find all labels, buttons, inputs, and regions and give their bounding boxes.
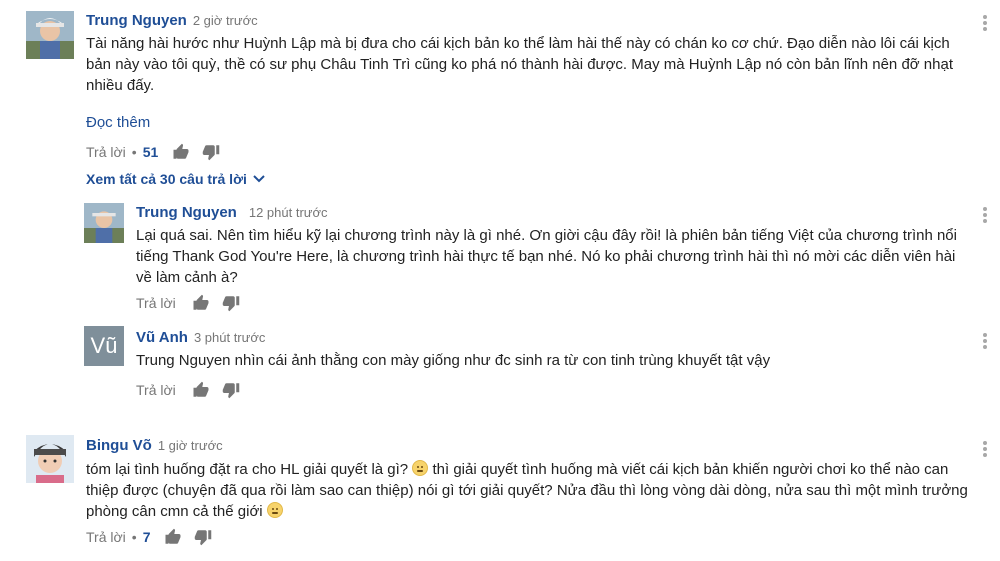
comment-header: Bingu Võ 1 giờ trước <box>86 437 223 454</box>
comment-text: Tài năng hài hước như Huỳnh Lập mà bị đư… <box>86 35 953 94</box>
comment-actions: Trả lời • 51 <box>86 143 232 161</box>
reply-button[interactable]: Trả lời <box>86 144 126 160</box>
author-name[interactable]: Bingu Võ <box>86 437 152 454</box>
timestamp[interactable]: 2 giờ trước <box>193 13 258 28</box>
thumbs-down-icon[interactable] <box>194 528 212 546</box>
comment-actions: Trả lời <box>136 381 252 399</box>
thumbs-down-icon[interactable] <box>222 381 240 399</box>
timestamp[interactable]: 1 giờ trước <box>158 438 223 453</box>
comment-text-part: tóm lại tình huống đặt ra cho HL giải qu… <box>86 461 413 478</box>
author-name[interactable]: Vũ Anh <box>136 329 188 346</box>
thumbs-up-icon[interactable] <box>192 381 210 399</box>
view-replies-label: Xem tất cả 30 câu trả lời <box>86 170 247 187</box>
comment-text: Trung Nguyen nhìn cái ảnh thằng con mày … <box>136 352 771 369</box>
comment-actions: Trả lời <box>136 294 252 312</box>
avatar[interactable] <box>26 11 74 59</box>
separator-dot: • <box>131 144 137 160</box>
emoji-icon <box>266 502 283 518</box>
avatar[interactable]: Vũ <box>84 326 124 366</box>
reply-button[interactable]: Trả lời <box>136 382 176 398</box>
more-vert-icon[interactable] <box>980 438 990 460</box>
avatar-letter: Vũ <box>90 333 118 358</box>
comment-text: Lại quá sai. Nên tìm hiểu kỹ lại chương … <box>136 227 957 286</box>
timestamp[interactable]: 3 phút trước <box>194 330 265 345</box>
avatar[interactable] <box>84 203 124 243</box>
author-name[interactable]: Trung Nguyen <box>136 204 237 221</box>
reply-button[interactable]: Trả lời <box>136 295 176 311</box>
more-vert-icon[interactable] <box>980 12 990 34</box>
comment-header: Trung Nguyen 12 phút trước <box>136 204 328 221</box>
comment-actions: Trả lời • 7 <box>86 528 224 546</box>
avatar[interactable] <box>26 435 74 483</box>
chevron-down-icon <box>253 170 265 187</box>
like-count: 51 <box>142 144 159 160</box>
thumbs-up-icon[interactable] <box>192 294 210 312</box>
view-replies-toggle[interactable]: Xem tất cả 30 câu trả lời <box>86 170 265 187</box>
like-count: 7 <box>142 529 151 545</box>
thumbs-up-icon[interactable] <box>172 143 190 161</box>
reply-button[interactable]: Trả lời <box>86 529 126 545</box>
read-more-link[interactable]: Đọc thêm <box>86 114 150 131</box>
thumbs-down-icon[interactable] <box>202 143 220 161</box>
timestamp[interactable]: 12 phút trước <box>249 205 328 220</box>
more-vert-icon[interactable] <box>980 204 990 226</box>
comment-text: tóm lại tình huống đặt ra cho HL giải qu… <box>86 459 976 522</box>
separator-dot: • <box>131 529 137 545</box>
author-name[interactable]: Trung Nguyen <box>86 12 187 29</box>
thumbs-up-icon[interactable] <box>164 528 182 546</box>
comment-header: Trung Nguyen 2 giờ trước <box>86 12 258 29</box>
more-vert-icon[interactable] <box>980 330 990 352</box>
thumbs-down-icon[interactable] <box>222 294 240 312</box>
comment-header: Vũ Anh 3 phút trước <box>136 329 265 346</box>
emoji-icon <box>412 460 429 476</box>
